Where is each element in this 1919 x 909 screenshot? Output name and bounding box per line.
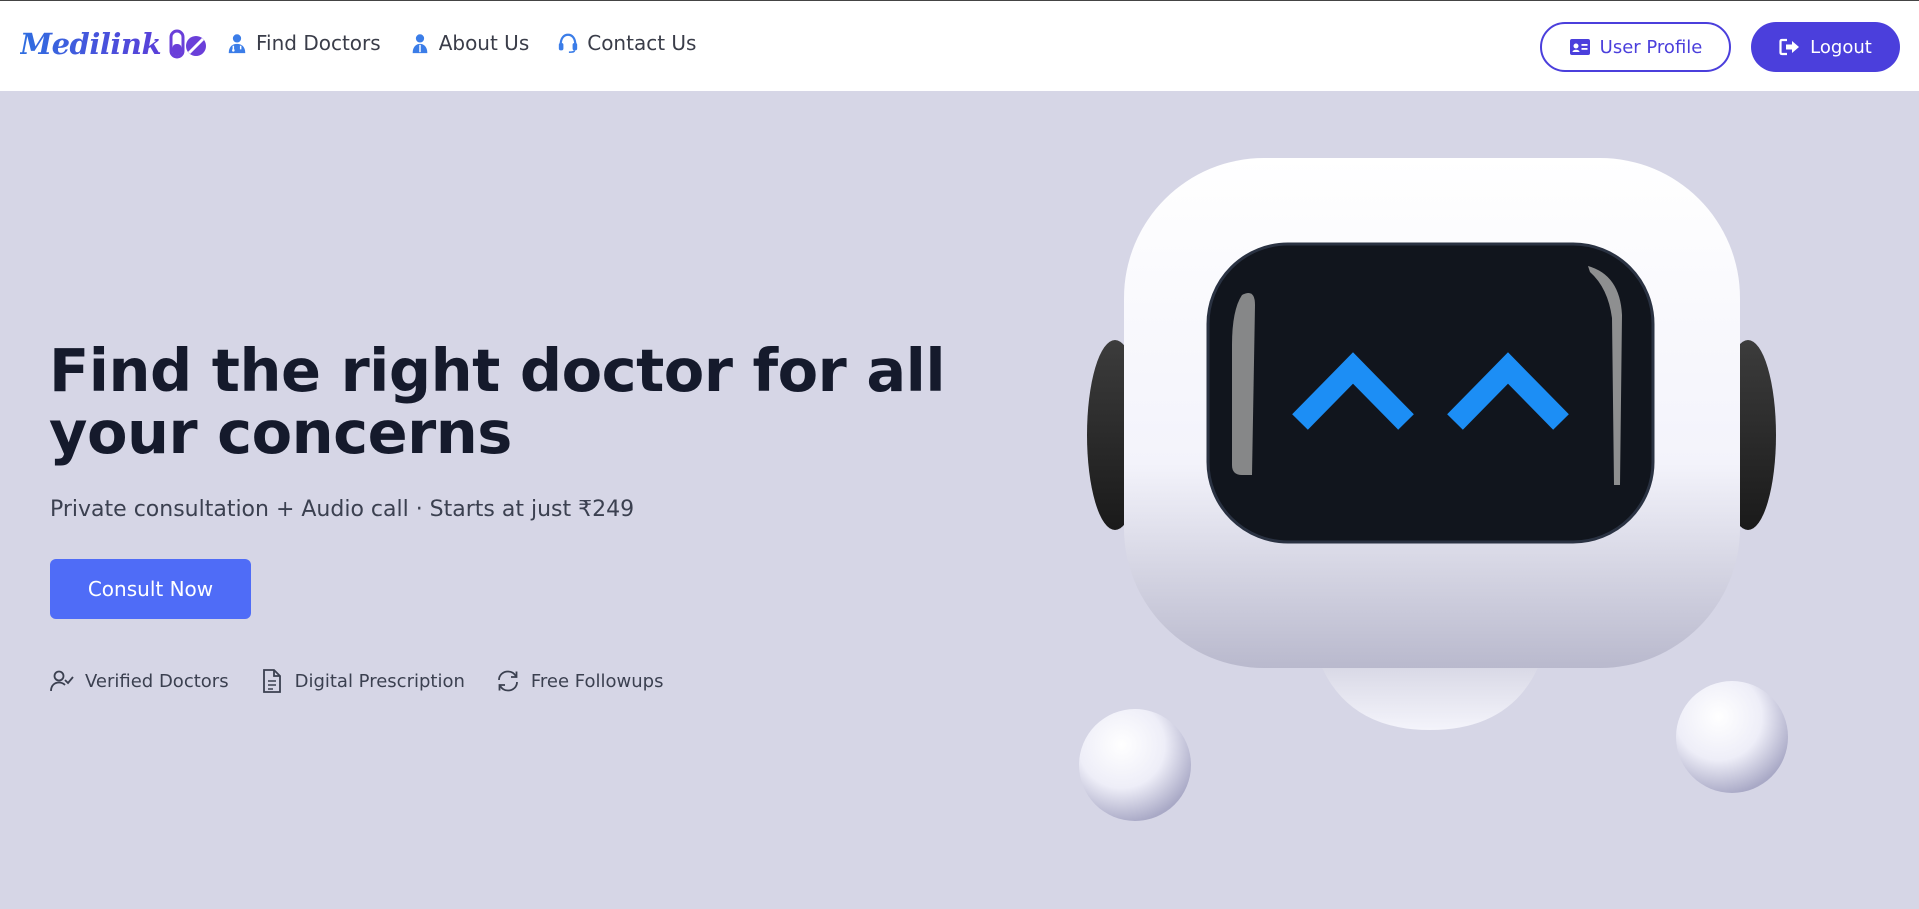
pills-icon (169, 29, 207, 59)
logout-button[interactable]: Logout (1751, 22, 1900, 72)
robot-screen-glare-left (1232, 292, 1255, 475)
logout-label: Logout (1810, 36, 1872, 58)
robot-hand-left (1079, 709, 1191, 821)
nav-about-us-label: About Us (438, 31, 530, 55)
logout-icon (1779, 38, 1800, 56)
id-card-icon (1569, 39, 1590, 55)
headset-icon (559, 33, 578, 53)
hero-title: Find the right doctor for all your conce… (49, 336, 946, 467)
document-icon (262, 669, 281, 693)
feature-label: Digital Prescription (294, 670, 465, 692)
nav-find-doctors[interactable]: Find Doctors (226, 31, 381, 55)
user-check-icon (50, 670, 74, 692)
feature-label: Verified Doctors (85, 670, 229, 692)
person-icon (412, 34, 428, 54)
navbar: Medilink Find Doctors About Us Contact U… (0, 0, 1919, 91)
nav-contact-us[interactable]: Contact Us (557, 31, 696, 55)
robot-illustration (1079, 158, 1788, 821)
main-nav: Find Doctors About Us Contact Us (226, 31, 724, 55)
brand-logo[interactable]: Medilink (20, 27, 209, 61)
feature-label: Free Followups (530, 670, 664, 692)
brand-name: Medilink (20, 27, 162, 61)
feature-list: Verified Doctors Digital Prescription Fr… (49, 668, 693, 694)
feature-item-verified-doctors: Verified Doctors (49, 668, 229, 694)
consult-now-button[interactable]: Consult Now (50, 559, 251, 619)
robot-hand-right (1676, 681, 1788, 793)
refresh-icon (497, 670, 518, 692)
user-profile-button[interactable]: User Profile (1540, 22, 1731, 72)
robot-face-screen (1206, 242, 1655, 544)
user-profile-label: User Profile (1599, 36, 1703, 58)
hero-subtitle: Private consultation + Audio call · Star… (50, 497, 635, 522)
feature-item-digital-prescription: Digital Prescription (259, 668, 465, 694)
nav-find-doctors-label: Find Doctors (256, 31, 381, 55)
nav-about-us[interactable]: About Us (409, 31, 530, 55)
feature-item-free-followups: Free Followups (495, 668, 664, 694)
nav-contact-us-label: Contact Us (587, 31, 697, 55)
doctor-icon (228, 34, 246, 54)
